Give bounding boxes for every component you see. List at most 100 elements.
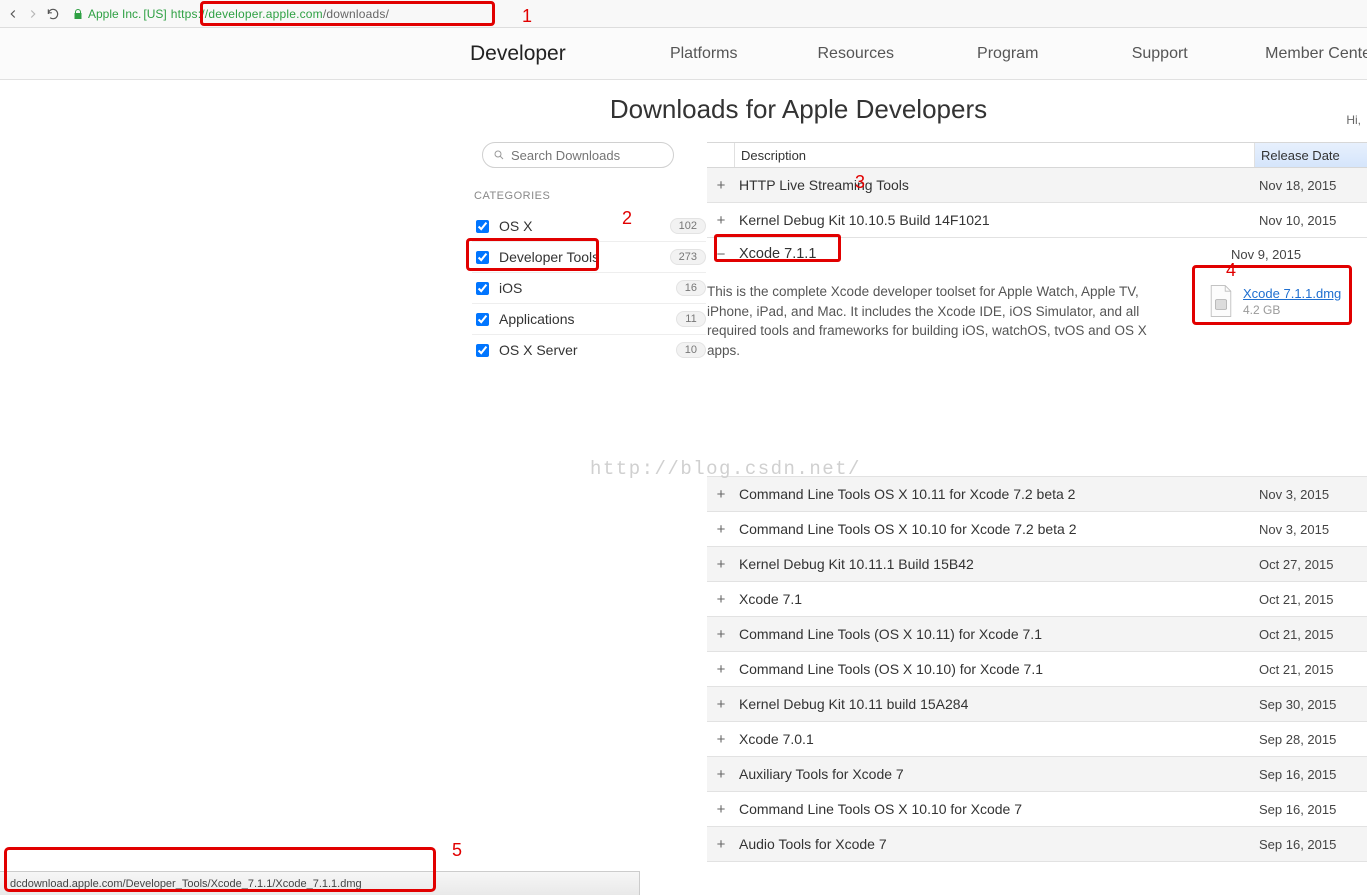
address-bar[interactable]: Apple Inc. [US] https://developer.apple.… xyxy=(72,3,1361,25)
row-date: Sep 16, 2015 xyxy=(1255,759,1367,790)
cat-devtools[interactable]: Developer Tools 273 xyxy=(472,241,706,272)
expand-toggle[interactable]: + xyxy=(707,661,735,678)
expand-toggle[interactable]: + xyxy=(707,177,735,194)
lock-icon xyxy=(72,8,84,20)
cat-count: 11 xyxy=(676,311,706,327)
row-date: Sep 16, 2015 xyxy=(1255,794,1367,825)
cat-osx-checkbox[interactable] xyxy=(476,220,489,233)
table-row[interactable]: +Command Line Tools (OS X 10.11) for Xco… xyxy=(707,617,1367,652)
row-title: Command Line Tools OS X 10.10 for Xcode … xyxy=(735,513,1255,545)
row-date: Sep 16, 2015 xyxy=(1255,829,1367,860)
cat-label: OS X Server xyxy=(499,342,676,358)
row-date: Nov 3, 2015 xyxy=(1255,514,1367,545)
nav-resources[interactable]: Resources xyxy=(780,45,932,63)
table-row[interactable]: +Xcode 7.0.1Sep 28, 2015 xyxy=(707,722,1367,757)
table-row[interactable]: +Audio Tools for Xcode 7Sep 16, 2015 xyxy=(707,827,1367,862)
expand-toggle[interactable]: + xyxy=(707,556,735,573)
row-xcode-711[interactable]: − Xcode 7.1.1 Nov 9, 2015 This is the co… xyxy=(707,238,1367,477)
table-row[interactable]: +Command Line Tools OS X 10.11 for Xcode… xyxy=(707,477,1367,512)
search-input[interactable] xyxy=(511,148,661,163)
cat-ios-checkbox[interactable] xyxy=(476,282,489,295)
row-date: Sep 30, 2015 xyxy=(1255,689,1367,720)
forward-button[interactable] xyxy=(24,4,42,24)
search-box[interactable] xyxy=(482,142,674,168)
cat-osxserver-checkbox[interactable] xyxy=(476,344,489,357)
row-description: This is the complete Xcode developer too… xyxy=(707,270,1147,376)
nav-platforms[interactable]: Platforms xyxy=(628,45,780,63)
cat-count: 102 xyxy=(670,218,706,234)
table-row[interactable]: +Xcode 7.1Oct 21, 2015 xyxy=(707,582,1367,617)
download-card: Xcode 7.1.1.dmg 4.2 GB xyxy=(1207,274,1365,328)
cat-ios[interactable]: iOS 16 xyxy=(472,272,706,303)
row-date: Oct 21, 2015 xyxy=(1255,584,1367,615)
expand-toggle[interactable]: + xyxy=(707,766,735,783)
row-title: Command Line Tools (OS X 10.10) for Xcod… xyxy=(735,653,1255,685)
row-date: Nov 9, 2015 xyxy=(1227,239,1339,270)
expand-toggle[interactable]: + xyxy=(707,801,735,818)
cat-count: 16 xyxy=(676,280,706,296)
expand-toggle[interactable]: + xyxy=(707,731,735,748)
row-title: Command Line Tools (OS X 10.11) for Xcod… xyxy=(735,618,1255,650)
row-title: Xcode 7.1 xyxy=(735,583,1255,615)
row-title: Xcode 7.1.1 xyxy=(735,238,1227,270)
table-row[interactable]: +Kernel Debug Kit 10.11.1 Build 15B42Oct… xyxy=(707,547,1367,582)
download-link[interactable]: Xcode 7.1.1.dmg xyxy=(1243,286,1341,301)
cat-count: 273 xyxy=(670,249,706,265)
expand-toggle[interactable]: + xyxy=(707,836,735,853)
row-date: Nov 3, 2015 xyxy=(1255,479,1367,510)
nav-support[interactable]: Support xyxy=(1084,45,1236,63)
th-release-date[interactable]: Release Date xyxy=(1255,143,1367,167)
site-header: Developer Platforms Resources Program Su… xyxy=(0,28,1367,80)
cat-count: 10 xyxy=(676,342,706,358)
expand-toggle[interactable]: + xyxy=(707,212,735,229)
table-row[interactable]: +Auxiliary Tools for Xcode 7Sep 16, 2015 xyxy=(707,757,1367,792)
table-row[interactable]: +HTTP Live Streaming ToolsNov 18, 2015 xyxy=(707,168,1367,203)
table-row[interactable]: +Command Line Tools OS X 10.10 for Xcode… xyxy=(707,512,1367,547)
table-row[interactable]: +Command Line Tools OS X 10.10 for Xcode… xyxy=(707,792,1367,827)
expand-toggle[interactable]: + xyxy=(707,626,735,643)
row-date: Nov 10, 2015 xyxy=(1255,205,1367,236)
th-description[interactable]: Description xyxy=(735,143,1255,167)
row-date: Oct 21, 2015 xyxy=(1255,619,1367,650)
reload-button[interactable] xyxy=(44,4,62,24)
row-title: Kernel Debug Kit 10.10.5 Build 14F1021 xyxy=(735,204,1255,236)
categories-header: CATEGORIES xyxy=(474,190,706,202)
status-bar: dcdownload.apple.com/Developer_Tools/Xco… xyxy=(0,871,640,895)
site-brand[interactable]: Developer xyxy=(470,42,566,66)
back-button[interactable] xyxy=(4,4,22,24)
expand-toggle[interactable]: + xyxy=(707,486,735,503)
cat-devtools-checkbox[interactable] xyxy=(476,251,489,264)
search-icon xyxy=(493,149,505,161)
row-date: Sep 28, 2015 xyxy=(1255,724,1367,755)
row-title: Command Line Tools OS X 10.10 for Xcode … xyxy=(735,793,1255,825)
expand-toggle[interactable]: + xyxy=(707,591,735,608)
table-row[interactable]: +Command Line Tools (OS X 10.10) for Xco… xyxy=(707,652,1367,687)
nav-member-center[interactable]: Member Center xyxy=(1236,45,1367,63)
collapse-toggle[interactable]: − xyxy=(707,246,735,263)
expand-toggle[interactable]: + xyxy=(707,696,735,713)
cat-osx[interactable]: OS X 102 xyxy=(472,210,706,241)
row-title: Command Line Tools OS X 10.11 for Xcode … xyxy=(735,478,1255,510)
cert-region: [US] xyxy=(143,7,166,21)
table-row[interactable]: +Kernel Debug Kit 10.11 build 15A284Sep … xyxy=(707,687,1367,722)
greeting: Hi, xyxy=(1346,113,1361,127)
table-header: Description Release Date xyxy=(707,142,1367,168)
table-row[interactable]: +Kernel Debug Kit 10.10.5 Build 14F1021N… xyxy=(707,203,1367,238)
dmg-file-icon xyxy=(1207,284,1235,318)
cat-apps-checkbox[interactable] xyxy=(476,313,489,326)
expand-toggle[interactable]: + xyxy=(707,521,735,538)
cat-label: iOS xyxy=(499,280,676,296)
row-title: Auxiliary Tools for Xcode 7 xyxy=(735,758,1255,790)
cat-label: Developer Tools xyxy=(499,249,670,265)
row-title: HTTP Live Streaming Tools xyxy=(735,169,1255,201)
cat-label: Applications xyxy=(499,311,676,327)
cat-osxserver[interactable]: OS X Server 10 xyxy=(472,334,706,365)
download-size: 4.2 GB xyxy=(1243,303,1341,317)
nav-program[interactable]: Program xyxy=(932,45,1084,63)
cat-label: OS X xyxy=(499,218,670,234)
status-text: dcdownload.apple.com/Developer_Tools/Xco… xyxy=(10,878,362,890)
cat-apps[interactable]: Applications 11 xyxy=(472,303,706,334)
row-date: Oct 21, 2015 xyxy=(1255,654,1367,685)
browser-toolbar: Apple Inc. [US] https://developer.apple.… xyxy=(0,0,1367,28)
page-title: Downloads for Apple Developers xyxy=(230,94,1367,125)
